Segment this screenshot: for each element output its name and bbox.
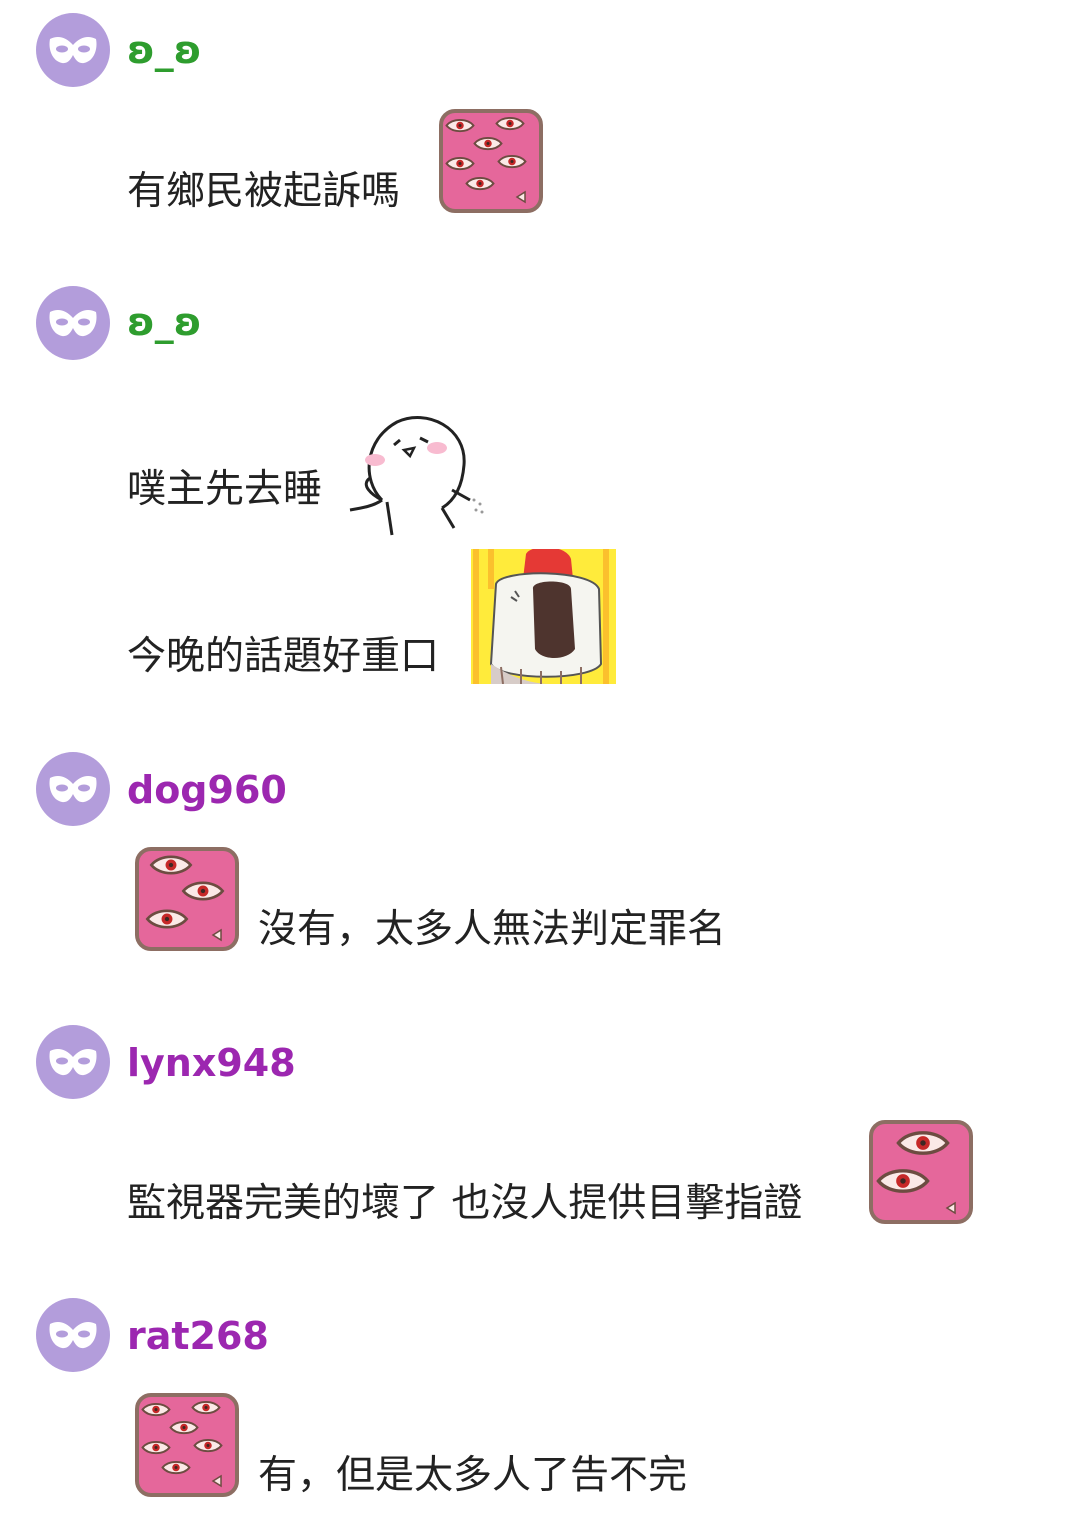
three-eyes-sticker <box>135 847 239 951</box>
mask-icon <box>48 1318 98 1352</box>
mask-icon <box>48 772 98 806</box>
comment-text: 有，但是太多人了告不完 <box>258 1453 688 1498</box>
mask-icon <box>48 1045 98 1079</box>
avatar[interactable] <box>36 13 110 87</box>
screaming-character-sticker <box>471 549 616 684</box>
many-eyes-sticker <box>439 109 543 213</box>
avatar[interactable] <box>36 1025 110 1099</box>
username[interactable]: rat268 <box>127 1314 269 1358</box>
username[interactable]: ʚ_ʚ <box>127 300 202 344</box>
comment-text: 沒有，太多人無法判定罪名 <box>258 907 727 952</box>
username[interactable]: lynx948 <box>127 1041 296 1085</box>
two-eyes-sticker <box>869 1120 973 1224</box>
comment-text: 噗主先去睡 <box>127 467 323 512</box>
mask-icon <box>48 33 98 67</box>
username[interactable]: dog960 <box>127 768 287 812</box>
comment-text: 監視器完美的壞了 也沒人提供目擊指證 <box>127 1181 803 1226</box>
mask-icon <box>48 306 98 340</box>
comment-text: 今晚的話題好重口 <box>127 634 440 679</box>
avatar[interactable] <box>36 752 110 826</box>
comment-text: 有鄉民被起訴嗎 <box>127 169 401 214</box>
avatar[interactable] <box>36 286 110 360</box>
many-eyes-sticker <box>135 1393 239 1497</box>
username[interactable]: ʚ_ʚ <box>127 28 202 72</box>
white-blob-shrug-sticker <box>349 416 484 536</box>
avatar[interactable] <box>36 1298 110 1372</box>
